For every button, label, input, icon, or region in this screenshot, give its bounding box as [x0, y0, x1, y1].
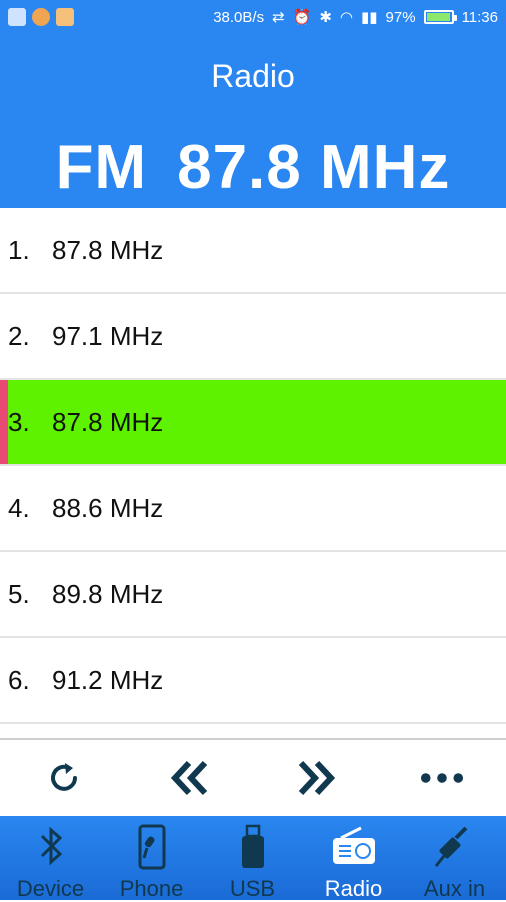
current-frequency: FM 87.8 MHz: [0, 132, 506, 203]
preset-row-selected[interactable]: 3. 87.8 MHz: [0, 380, 506, 466]
gallery-icon: [8, 8, 26, 26]
radio-header: Radio FM 87.8 MHz: [0, 36, 506, 208]
preset-number: 5.: [8, 578, 30, 609]
aux-cable-icon: [434, 826, 467, 867]
tab-phone[interactable]: Phone: [101, 816, 202, 901]
tab-device[interactable]: Device: [0, 816, 101, 901]
tab-aux-in[interactable]: Aux in: [404, 816, 505, 901]
network-speed: 38.0B/s: [213, 8, 265, 26]
wifi-icon: ◠: [339, 9, 354, 26]
more-icon: [420, 773, 464, 783]
app-notification-icon: [32, 8, 50, 26]
preset-row[interactable]: 1. 87.8 MHz: [0, 208, 506, 294]
preset-list: 1. 87.8 MHz 2. 97.1 MHz 3. 87.8 MHz 4. 8…: [0, 208, 506, 738]
preset-frequency: 97.1 MHz: [52, 320, 164, 351]
band-label: FM: [55, 133, 148, 202]
preset-row[interactable]: 6. 91.2 MHz: [0, 638, 506, 724]
seek-back-button[interactable]: [168, 756, 212, 800]
preset-frequency: 87.8 MHz: [52, 234, 164, 265]
preset-number: 4.: [8, 492, 30, 523]
usb-icon: [241, 824, 264, 868]
status-bar: 38.0B/s ⇄ ⏰ ✱ ◠ ▮▮ 97% 11:36: [0, 0, 506, 36]
tab-label: USB: [229, 876, 276, 901]
preset-row[interactable]: 5. 89.8 MHz: [0, 552, 506, 638]
preset-frequency: 89.8 MHz: [52, 578, 164, 609]
page-title: Radio: [211, 58, 295, 94]
preset-frequency: 88.6 MHz: [52, 492, 164, 523]
preset-row[interactable]: 4. 88.6 MHz: [0, 466, 506, 552]
tab-label: Phone: [119, 876, 184, 901]
message-icon: [56, 8, 74, 26]
battery-percent: 97%: [385, 8, 416, 26]
alarm-icon: ⏰: [292, 9, 312, 26]
tab-label: Radio: [324, 876, 383, 901]
refresh-icon: [51, 763, 77, 791]
tab-radio[interactable]: Radio: [303, 816, 404, 901]
frequency-value: 87.8 MHz: [177, 133, 451, 202]
preset-frequency: 91.2 MHz: [52, 664, 164, 695]
signal-icon: ▮▮: [361, 9, 378, 26]
clock: 11:36: [461, 8, 498, 26]
bottom-tab-bar: Device Phone USB Radio Aux in: [0, 816, 506, 901]
tab-label: Aux in: [423, 876, 486, 901]
bluetooth-status-icon: ✱: [319, 9, 332, 26]
notification-icons: [8, 8, 74, 26]
playback-controls: [0, 738, 506, 816]
bluetooth-icon: [40, 826, 62, 866]
preset-number: 1.: [8, 234, 30, 265]
seek-forward-button[interactable]: [294, 756, 338, 800]
preset-row[interactable]: 2. 97.1 MHz: [0, 294, 506, 380]
preset-number: 6.: [8, 664, 30, 695]
preset-number: 3.: [8, 406, 30, 437]
seek-back-icon: [170, 760, 208, 796]
sync-icon: ⇄: [272, 9, 285, 26]
tab-label: Device: [16, 876, 85, 901]
phone-mic-icon: [138, 824, 165, 870]
battery-icon: [423, 10, 457, 24]
preset-number: 2.: [8, 320, 30, 351]
refresh-button[interactable]: [42, 756, 86, 800]
seek-forward-icon: [298, 760, 336, 796]
more-button[interactable]: [420, 756, 464, 800]
tab-usb[interactable]: USB: [202, 816, 303, 901]
radio-icon: [332, 826, 375, 864]
preset-frequency: 87.8 MHz: [52, 406, 164, 437]
